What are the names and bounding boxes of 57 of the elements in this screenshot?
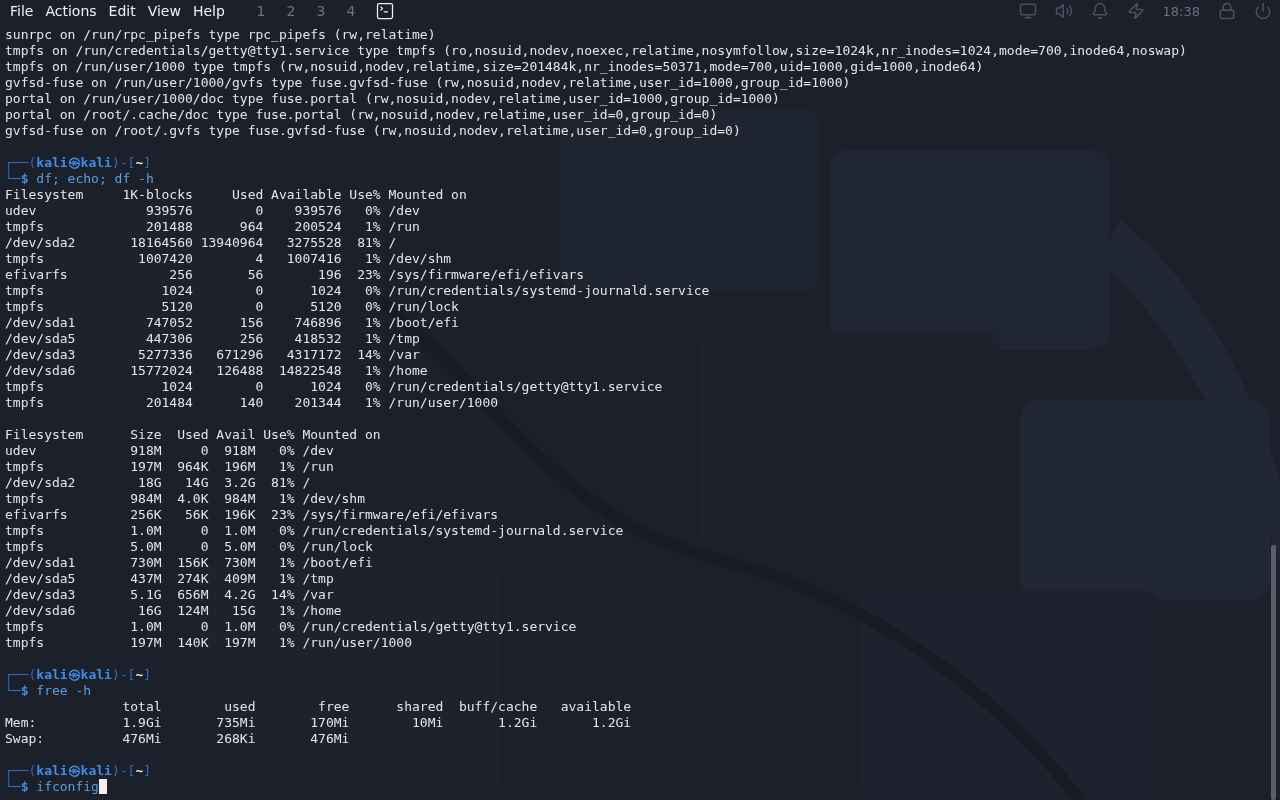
menu-item[interactable]: View bbox=[141, 0, 187, 22]
output-line: tmpfs 1024 0 1024 0% /run/credentials/systemd-journald.service bbox=[5, 283, 710, 298]
lightning-icon[interactable] bbox=[1126, 2, 1145, 20]
output-line: tmpfs 201488 964 200524 1% /run bbox=[5, 219, 420, 234]
output-line: /dev/sda6 15772024 126488 14822548 1% /home bbox=[5, 363, 428, 378]
output-line: tmpfs 984M 4.0K 984M 1% /dev/shm bbox=[5, 491, 366, 506]
output-line: tmpfs on /run/credentials/getty@tty1.service type tmpfs (ro,nosuid,nodev,noexec,relatime,nosymfollow,size=1024k,nr_inodes=1024,mode=700,inode64,noswap) bbox=[5, 43, 1187, 58]
lock-icon[interactable] bbox=[1218, 2, 1236, 20]
output-line: /dev/sda2 18164560 13940964 3275528 81% / bbox=[5, 235, 397, 250]
prompt-line: ┌──(kali㉿kali)-[~] bbox=[5, 763, 152, 778]
monitor-icon[interactable] bbox=[1018, 2, 1037, 20]
output-line: tmpfs 1.0M 0 1.0M 0% /run/credentials/getty@tty1.service bbox=[5, 619, 577, 634]
output-line: Swap: 476Mi 268Ki 476Mi bbox=[5, 731, 350, 746]
output-line: tmpfs 197M 140K 197M 1% /run/user/1000 bbox=[5, 635, 412, 650]
output-line: tmpfs 201484 140 201344 1% /run/user/1000 bbox=[5, 395, 499, 410]
output-line: gvfsd-fuse on /root/.gvfs type fuse.gvfsd-fuse (rw,nosuid,nodev,relatime,user_id=0,group_id=0) bbox=[5, 123, 741, 138]
terminal-icon[interactable] bbox=[374, 1, 395, 21]
prompt-line: ┌──(kali㉿kali)-[~] bbox=[5, 667, 152, 682]
output-line: tmpfs 1024 0 1024 0% /run/credentials/getty@tty1.service bbox=[5, 379, 663, 394]
output-line: tmpfs 1007420 4 1007416 1% /dev/shm bbox=[5, 251, 452, 266]
output-line: /dev/sda5 437M 274K 409M 1% /tmp bbox=[5, 571, 334, 586]
output-line: /dev/sda3 5.1G 656M 4.2G 14% /var bbox=[5, 587, 334, 602]
output-line: /dev/sda1 730M 156K 730M 1% /boot/efi bbox=[5, 555, 373, 570]
volume-icon[interactable] bbox=[1054, 2, 1073, 20]
output-line: gvfsd-fuse on /run/user/1000/gvfs type fuse.gvfsd-fuse (rw,nosuid,nodev,relatime,user_id=1000,group_id=1000) bbox=[5, 75, 851, 90]
output-line: /dev/sda5 447306 256 418532 1% /tmp bbox=[5, 331, 420, 346]
command-line: └─$ df; echo; df -h bbox=[5, 171, 154, 186]
output-line: tmpfs 1.0M 0 1.0M 0% /run/credentials/systemd-journald.service bbox=[5, 523, 624, 538]
menu-item[interactable]: Actions bbox=[39, 0, 103, 22]
output-line: udev 939576 0 939576 0% /dev bbox=[5, 203, 420, 218]
output-line: /dev/sda2 18G 14G 3.2G 81% / bbox=[5, 475, 311, 490]
power-icon[interactable] bbox=[1254, 2, 1272, 20]
output-line: Filesystem Size Used Avail Use% Mounted on bbox=[5, 427, 381, 442]
command-line: └─$ ifconfig bbox=[5, 779, 99, 794]
output-line: Filesystem 1K-blocks Used Available Use% Mounted on bbox=[5, 187, 467, 202]
output-line: tmpfs on /run/user/1000 type tmpfs (rw,nosuid,nodev,relatime,size=201484k,nr_inodes=50371,mode=700,uid=1000,gid=1000,inode64) bbox=[5, 59, 984, 74]
output-line: sunrpc on /run/rpc_pipefs type rpc_pipefs (rw,relatime) bbox=[5, 27, 436, 42]
output-line: efivarfs 256K 56K 196K 23% /sys/firmware/efi/efivars bbox=[5, 507, 499, 522]
command-line: └─$ free -h bbox=[5, 683, 92, 698]
output-line: efivarfs 256 56 196 23% /sys/firmware/efi/efivars bbox=[5, 267, 585, 282]
output-line: /dev/sda1 747052 156 746896 1% /boot/efi bbox=[5, 315, 459, 330]
menu-item[interactable]: Help bbox=[186, 0, 231, 22]
output-line: /dev/sda6 16G 124M 15G 1% /home bbox=[5, 603, 342, 618]
output-line: udev 918M 0 918M 0% /dev bbox=[5, 443, 334, 458]
output-line: tmpfs 5.0M 0 5.0M 0% /run/lock bbox=[5, 539, 373, 554]
scrollbar-thumb[interactable] bbox=[1271, 545, 1276, 800]
output-line: total used free shared buff/cache available bbox=[121, 699, 632, 714]
output-line: portal on /root/.cache/doc type fuse.portal (rw,nosuid,nodev,relatime,user_id=0,group_id=0) bbox=[5, 107, 718, 122]
output-line: Mem: 1.9Gi 735Mi 170Mi 10Mi 1.2Gi 1.2Gi bbox=[5, 715, 632, 730]
menu-item[interactable]: Edit bbox=[102, 0, 142, 22]
prompt-line: ┌──(kali㉿kali)-[~] bbox=[5, 155, 152, 170]
menu-item[interactable]: File bbox=[4, 0, 40, 22]
output-line: portal on /run/user/1000/doc type fuse.portal (rw,nosuid,nodev,relatime,user_id=1000,group_id=1000) bbox=[5, 91, 780, 106]
output-line: tmpfs 197M 964K 196M 1% /run bbox=[5, 459, 334, 474]
output-line: tmpfs 5120 0 5120 0% /run/lock bbox=[5, 299, 459, 314]
bell-icon[interactable] bbox=[1090, 2, 1109, 20]
output-line: /dev/sda3 5277336 671296 4317172 14% /var bbox=[5, 347, 420, 362]
